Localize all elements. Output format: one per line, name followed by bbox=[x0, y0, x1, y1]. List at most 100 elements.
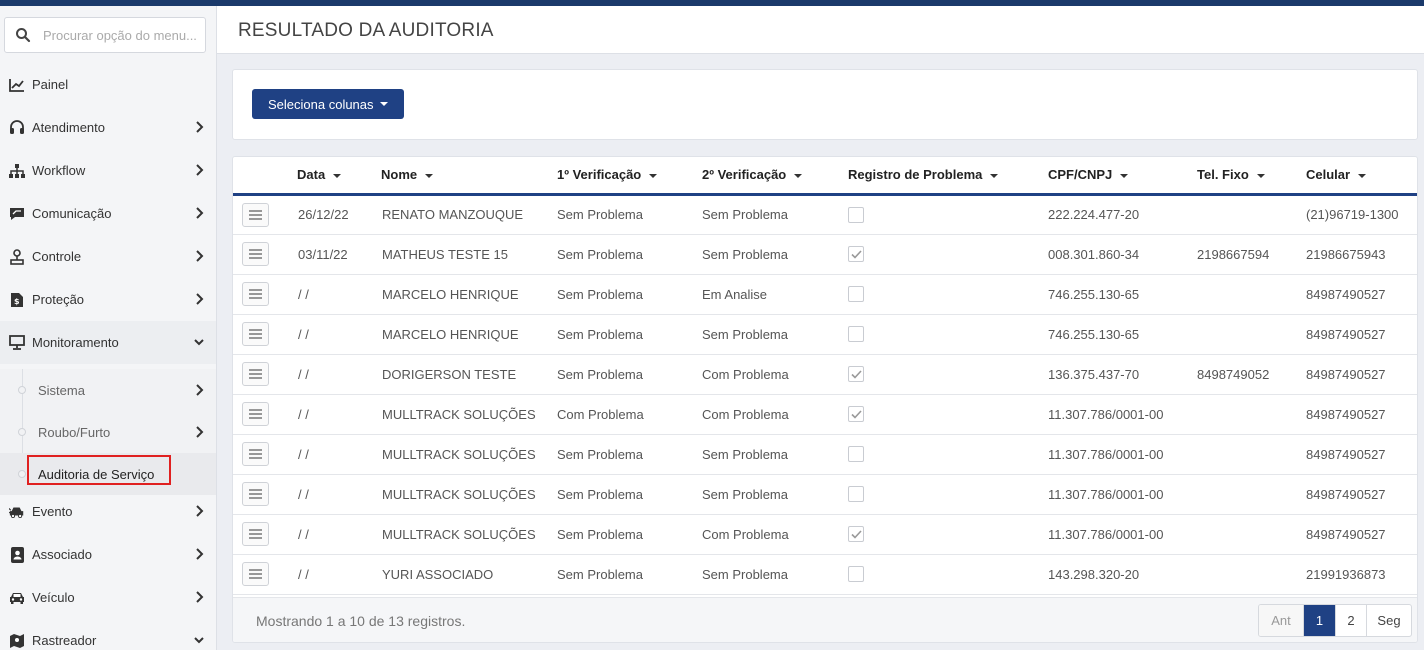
tree-dot-icon bbox=[18, 386, 26, 394]
column-header-label: 1º Verificação bbox=[557, 167, 642, 183]
cell-tel bbox=[1197, 554, 1306, 594]
pagination-next-button[interactable]: Seg bbox=[1366, 605, 1411, 636]
cell-tel bbox=[1197, 434, 1306, 474]
registro-checkbox[interactable] bbox=[848, 206, 864, 223]
pagination-page-2[interactable]: 2 bbox=[1335, 605, 1366, 636]
sidebar-item-controle[interactable]: Controle bbox=[0, 235, 216, 278]
row-menu-button[interactable] bbox=[242, 442, 269, 466]
submenu-item-sistema[interactable]: Sistema bbox=[0, 369, 216, 411]
row-menu-button[interactable] bbox=[242, 322, 269, 346]
row-menu-button[interactable] bbox=[242, 482, 269, 506]
registro-checkbox[interactable] bbox=[848, 406, 864, 422]
sidebar-item-rastreador[interactable]: Rastreador bbox=[0, 619, 216, 650]
sidebar-item-painel[interactable]: Painel bbox=[0, 63, 216, 106]
column-header-label: 2º Verificação bbox=[702, 167, 787, 183]
sidebar-item-protecao[interactable]: $ Proteção bbox=[0, 278, 216, 321]
column-header-verificacao-1[interactable]: 1º Verificação bbox=[557, 157, 702, 194]
sidebar-item-workflow[interactable]: Workflow bbox=[0, 149, 216, 192]
column-header-data[interactable]: Data bbox=[297, 157, 381, 194]
cell-registro-problema bbox=[848, 394, 1048, 434]
column-header-celular[interactable]: Celular bbox=[1306, 157, 1417, 194]
column-header-verificacao-2[interactable]: 2º Verificação bbox=[702, 157, 848, 194]
chevron-right-icon bbox=[196, 164, 204, 176]
search-input[interactable] bbox=[43, 24, 201, 46]
page-title: RESULTADO DA AUDITORIA bbox=[238, 20, 494, 41]
sidebar-item-atendimento[interactable]: Atendimento bbox=[0, 106, 216, 149]
row-actions-cell bbox=[233, 514, 297, 554]
row-actions-cell bbox=[233, 394, 297, 434]
cell-v1: Sem Problema bbox=[557, 566, 643, 582]
sidebar-item-label: Painel bbox=[32, 77, 69, 92]
cell-nome: MATHEUS TESTE 15 bbox=[382, 246, 508, 262]
row-menu-button[interactable] bbox=[242, 282, 269, 306]
hamburger-icon bbox=[249, 249, 262, 259]
row-menu-button[interactable] bbox=[242, 202, 269, 227]
svg-text:$: $ bbox=[14, 297, 20, 306]
cell-registro-problema bbox=[848, 194, 1048, 234]
row-menu-button[interactable] bbox=[242, 562, 269, 586]
row-menu-button[interactable] bbox=[242, 522, 269, 546]
registro-checkbox[interactable] bbox=[848, 286, 864, 302]
cell-v2: Sem Problema bbox=[702, 446, 788, 462]
registro-checkbox[interactable] bbox=[848, 446, 864, 462]
row-actions-cell bbox=[233, 194, 297, 234]
column-header-cpf-cnpj[interactable]: CPF/CNPJ bbox=[1048, 157, 1197, 194]
pagination-page-1[interactable]: 1 bbox=[1303, 605, 1335, 636]
table-footer: Mostrando 1 a 10 de 13 registros. Ant 1 … bbox=[233, 597, 1417, 642]
select-columns-button[interactable]: Seleciona colunas bbox=[252, 89, 404, 119]
row-menu-button[interactable] bbox=[242, 402, 269, 426]
cell-cpf: 11.307.786/0001-00 bbox=[1048, 446, 1164, 462]
cell-cpf: 11.307.786/0001-00 bbox=[1048, 406, 1164, 422]
row-menu-button[interactable] bbox=[242, 362, 269, 386]
registro-checkbox[interactable] bbox=[848, 486, 864, 502]
column-header-tel-fixo[interactable]: Tel. Fixo bbox=[1197, 157, 1306, 194]
sidebar-item-monitoramento[interactable]: Monitoramento bbox=[0, 321, 216, 364]
row-actions-cell bbox=[233, 474, 297, 514]
sidebar-item-evento[interactable]: Evento bbox=[0, 490, 216, 533]
cell-v2: Com Problema bbox=[702, 526, 789, 542]
chart-line-icon bbox=[9, 77, 25, 93]
chevron-right-icon bbox=[196, 293, 204, 305]
table-header-row: Data Nome 1º Verificação 2º Verificação … bbox=[233, 157, 1417, 194]
chevron-right-icon bbox=[196, 591, 204, 603]
sidebar-item-comunicacao[interactable]: Comunicação bbox=[0, 192, 216, 235]
pagination-prev-button[interactable]: Ant bbox=[1259, 605, 1303, 636]
cell-v1: Sem Problema bbox=[557, 207, 643, 222]
cell-cel: 21991936873 bbox=[1306, 566, 1386, 582]
sidebar-item-label: Associado bbox=[32, 547, 92, 562]
cell-v1: Sem Problema bbox=[557, 366, 643, 382]
sidebar-item-label: Atendimento bbox=[32, 120, 105, 135]
cell-cpf: 136.375.437-70 bbox=[1048, 366, 1140, 382]
sidebar-item-veiculo[interactable]: Veículo bbox=[0, 576, 216, 619]
hamburger-icon bbox=[249, 369, 262, 379]
row-menu-button[interactable] bbox=[242, 242, 269, 266]
cell-cpf: 222.224.477-20 bbox=[1048, 207, 1140, 222]
column-header-nome[interactable]: Nome bbox=[381, 157, 557, 194]
column-header-registro-problema[interactable]: Registro de Problema bbox=[848, 157, 1048, 194]
table-row: / / MULLTRACK SOLUÇÕES Sem Problema Com Pro… bbox=[233, 514, 1417, 554]
submenu-item-roubo-furto[interactable]: Roubo/Furto bbox=[0, 411, 216, 453]
sidebar-item-associado[interactable]: Associado bbox=[0, 533, 216, 576]
chevron-right-icon bbox=[196, 384, 204, 396]
submenu-item-label: Roubo/Furto bbox=[38, 424, 111, 440]
column-header-label: Nome bbox=[381, 167, 418, 183]
row-actions-cell bbox=[233, 434, 297, 474]
registro-checkbox[interactable] bbox=[848, 246, 864, 262]
cell-v2: Sem Problema bbox=[702, 486, 788, 502]
registro-checkbox[interactable] bbox=[848, 326, 864, 342]
cell-nome: MULLTRACK SOLUÇÕES bbox=[382, 526, 536, 542]
cell-v2: Sem Problema bbox=[702, 326, 788, 342]
table-row: / / MULLTRACK SOLUÇÕES Com Problema Com Pro… bbox=[233, 394, 1417, 434]
submenu-item-label: Sistema bbox=[38, 382, 85, 398]
registro-checkbox[interactable] bbox=[848, 526, 864, 542]
registro-checkbox[interactable] bbox=[848, 366, 864, 382]
column-header-actions bbox=[233, 157, 297, 194]
chevron-right-icon bbox=[196, 548, 204, 560]
cell-v1: Sem Problema bbox=[557, 326, 643, 342]
cell-v1: Sem Problema bbox=[557, 526, 643, 542]
chevron-right-icon bbox=[196, 250, 204, 262]
cell-tel bbox=[1197, 194, 1306, 234]
registro-checkbox[interactable] bbox=[848, 566, 864, 582]
cell-v2: Sem Problema bbox=[702, 566, 788, 582]
cell-data: 03/11/22 bbox=[298, 246, 348, 262]
